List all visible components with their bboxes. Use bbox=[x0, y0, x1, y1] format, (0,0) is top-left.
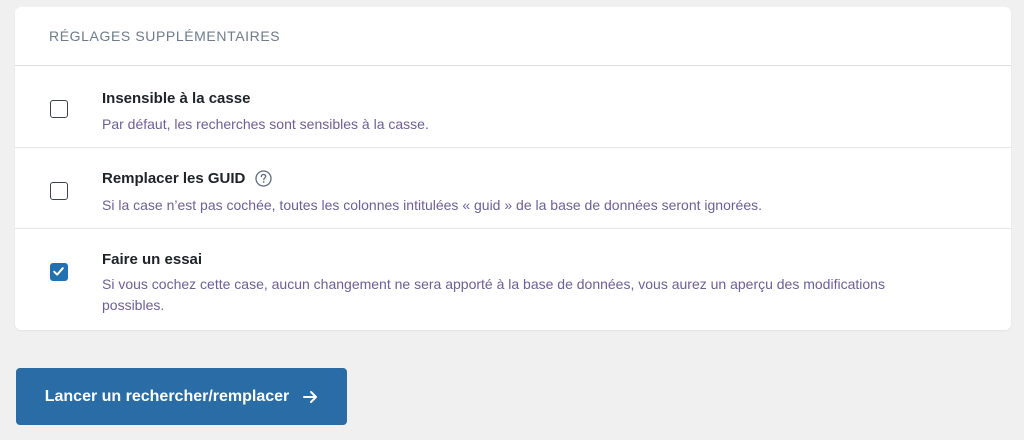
option-description: Si vous cochez cette case, aucun changem… bbox=[102, 276, 885, 313]
dry-run-checkbox[interactable] bbox=[50, 263, 68, 281]
additional-settings-panel: RÉGLAGES SUPPLÉMENTAIRES Insensible à la… bbox=[15, 7, 1011, 330]
panel-header: RÉGLAGES SUPPLÉMENTAIRES bbox=[15, 7, 1011, 66]
option-case-insensitive: Insensible à la casse Par défaut, les re… bbox=[15, 66, 1011, 148]
question-circle-icon[interactable] bbox=[255, 169, 273, 187]
option-label: Insensible à la casse bbox=[102, 88, 951, 108]
panel-title: RÉGLAGES SUPPLÉMENTAIRES bbox=[49, 28, 281, 44]
replace-guid-checkbox[interactable] bbox=[50, 182, 68, 200]
checkmark-icon bbox=[53, 267, 64, 276]
run-search-replace-button[interactable]: Lancer un rechercher/remplacer bbox=[16, 368, 347, 425]
option-label-text: Faire un essai bbox=[102, 250, 203, 268]
option-text: Faire un essai Si vous cochez cette case… bbox=[102, 249, 951, 316]
option-label-text: Insensible à la casse bbox=[102, 89, 251, 107]
option-description: Si la case n’est pas cochée, toutes les … bbox=[102, 197, 762, 213]
submit-button-label: Lancer un rechercher/remplacer bbox=[44, 387, 290, 405]
arrow-right-icon bbox=[303, 390, 318, 404]
option-label-text: Remplacer les GUID bbox=[102, 169, 246, 187]
option-description: Par défaut, les recherches sont sensible… bbox=[102, 116, 429, 132]
option-text: Remplacer les GUID Si la case n’est pas … bbox=[102, 168, 951, 216]
option-dry-run: Faire un essai Si vous cochez cette case… bbox=[15, 229, 1011, 329]
case-insensitive-checkbox[interactable] bbox=[50, 100, 68, 118]
option-text: Insensible à la casse Par défaut, les re… bbox=[102, 88, 951, 135]
option-label: Remplacer les GUID bbox=[102, 168, 951, 188]
option-replace-guid: Remplacer les GUID Si la case n’est pas … bbox=[15, 148, 1011, 229]
option-label: Faire un essai bbox=[102, 249, 951, 269]
